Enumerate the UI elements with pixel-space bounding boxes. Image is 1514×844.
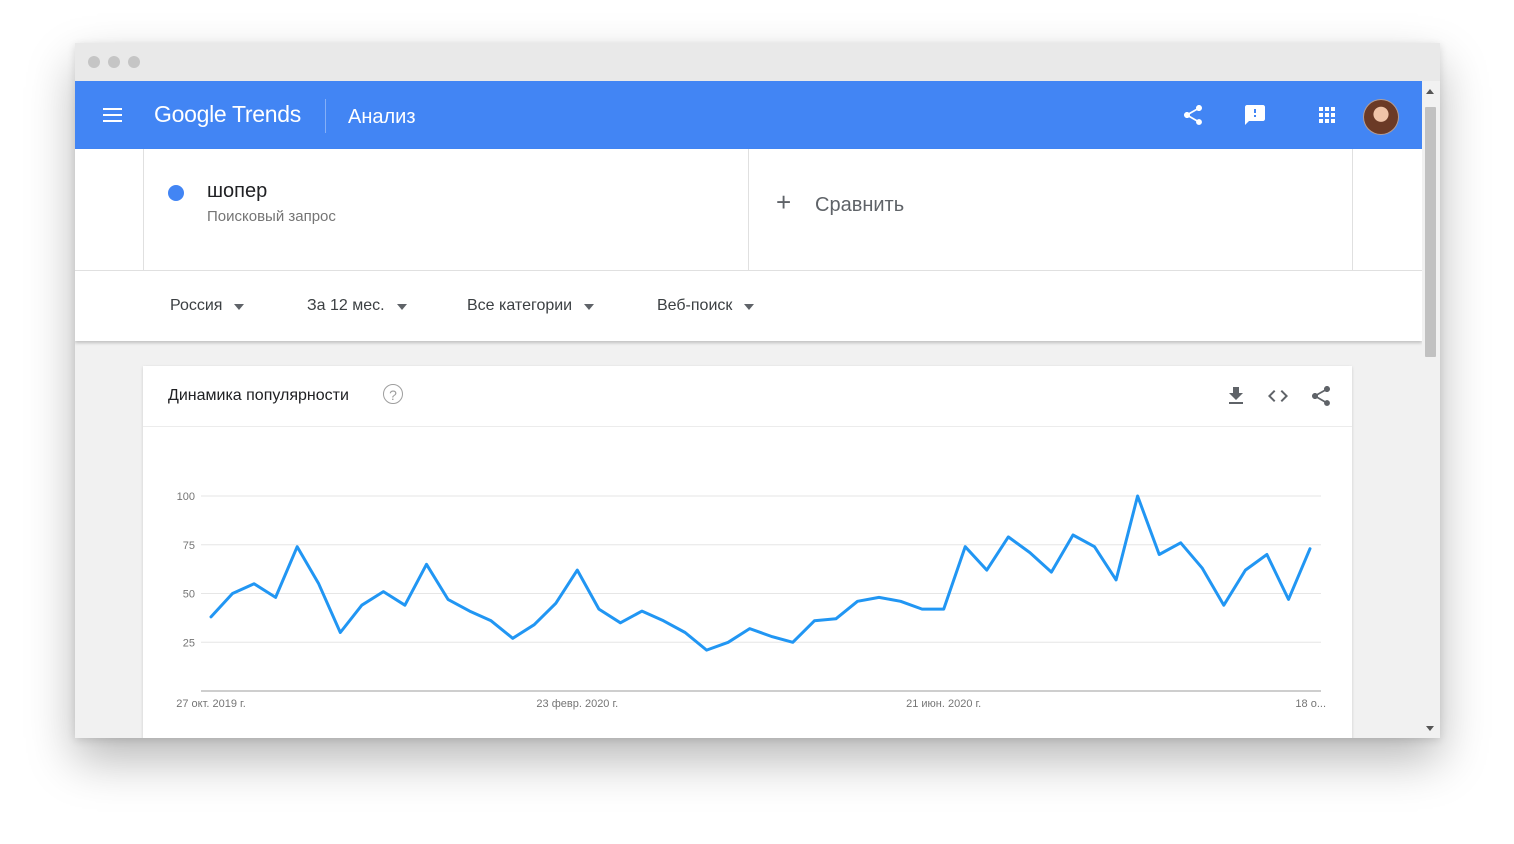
window-titlebar [75,43,1440,81]
share-icon[interactable] [1309,384,1333,408]
window-close-button[interactable] [88,56,100,68]
series-line [209,494,1312,652]
x-tick-label: 21 июн. 2020 г. [906,698,981,710]
y-tick-label: 25 [183,637,195,649]
explore-panel: шопер Поисковый запрос + Сравнить Россия… [75,149,1422,341]
compare-button[interactable]: + Сравнить [748,149,1353,270]
x-tick-label: 18 о... [1295,698,1326,710]
filter-region-label: Россия [170,297,223,314]
x-tick-label: 27 окт. 2019 г. [176,698,246,710]
search-term-name[interactable]: шопер [207,180,267,203]
filter-region[interactable]: Россия [170,297,245,315]
embed-icon[interactable] [1266,384,1290,408]
share-icon[interactable] [1181,103,1205,127]
y-tick-label: 75 [183,540,195,552]
appbar-divider [325,99,326,133]
filter-period-label: За 12 мес. [307,297,385,314]
search-term-card[interactable]: шопер Поисковый запрос [143,149,749,270]
window-maximize-button[interactable] [128,56,140,68]
download-icon[interactable] [1224,384,1248,408]
search-terms-row: шопер Поисковый запрос + Сравнить [75,149,1422,271]
menu-icon[interactable] [103,108,122,122]
dropdown-arrow-icon [234,304,245,310]
browser-window: Google Trends Анализ шопер Поисковый зап… [75,43,1440,738]
y-tick-label: 50 [183,589,195,601]
dropdown-arrow-icon [396,304,407,310]
card-header: Динамика популярности ? [143,366,1352,427]
feedback-icon[interactable] [1243,103,1267,127]
page-title: Анализ [348,106,416,128]
google-trends-logo[interactable]: Google Trends [154,101,301,128]
scrollbar-thumb[interactable] [1425,107,1436,357]
apps-icon[interactable] [1315,103,1339,127]
account-avatar[interactable] [1363,99,1399,135]
filter-category[interactable]: Все категории [467,297,595,315]
dropdown-arrow-icon [744,304,755,310]
dropdown-arrow-icon [584,304,595,310]
plus-icon: + [776,187,792,217]
vertical-scrollbar[interactable] [1422,81,1440,738]
card-title: Динамика популярности [168,387,349,404]
term-color-dot [168,185,184,201]
y-tick-label: 100 [177,491,195,503]
filter-category-label: Все категории [467,297,573,314]
x-tick-label: 23 февр. 2020 г. [536,698,618,710]
window-minimize-button[interactable] [108,56,120,68]
app-bar: Google Trends Анализ [75,81,1422,149]
filter-period[interactable]: За 12 мес. [307,297,407,315]
interest-over-time-chart[interactable]: 25 50 75 100 27 окт. 2019 г. 23 февр. 2020 г.… [143,426,1352,738]
filter-search-type[interactable]: Веб-поиск [657,297,755,315]
help-icon[interactable]: ? [383,384,403,404]
filter-search-type-label: Веб-поиск [657,297,733,314]
scroll-down-arrow-icon[interactable] [1426,726,1434,731]
interest-over-time-card: Динамика популярности ? 25 50 75 100 27 окт.… [143,366,1352,738]
scroll-up-arrow-icon[interactable] [1426,89,1434,94]
search-term-type: Поисковый запрос [207,208,336,225]
compare-label: Сравнить [815,194,905,216]
